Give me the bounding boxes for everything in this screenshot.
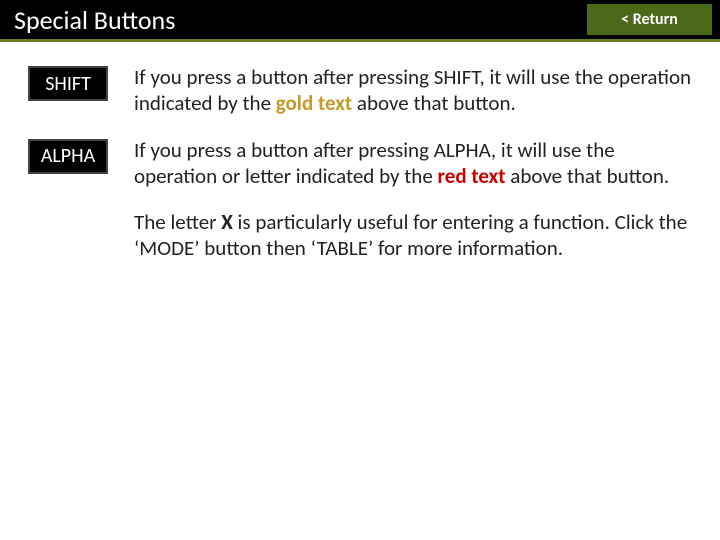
return-button[interactable]: < Return [587, 4, 712, 35]
note-row: The letter X is particularly useful for … [28, 209, 692, 262]
note-pre: The letter [134, 209, 221, 235]
content-area: SHIFT If you press a button after pressi… [0, 42, 720, 262]
page-title: Special Buttons [0, 0, 587, 39]
alpha-desc-post: above that button. [506, 163, 670, 189]
letter-x-em: X [221, 209, 233, 235]
header-bar: Special Buttons < Return [0, 0, 720, 42]
note-description: The letter X is particularly useful for … [134, 209, 692, 262]
shift-desc-post: above that button. [352, 90, 516, 116]
alpha-description: If you press a button after pressing ALP… [134, 137, 692, 190]
shift-row: SHIFT If you press a button after pressi… [28, 64, 692, 117]
alpha-row: ALPHA If you press a button after pressi… [28, 137, 692, 190]
red-text-em: red text [438, 163, 506, 189]
shift-description: If you press a button after pressing SHI… [134, 64, 692, 117]
shift-button-label: SHIFT [28, 66, 108, 101]
alpha-button-label: ALPHA [28, 139, 108, 174]
gold-text-em: gold text [276, 90, 352, 116]
